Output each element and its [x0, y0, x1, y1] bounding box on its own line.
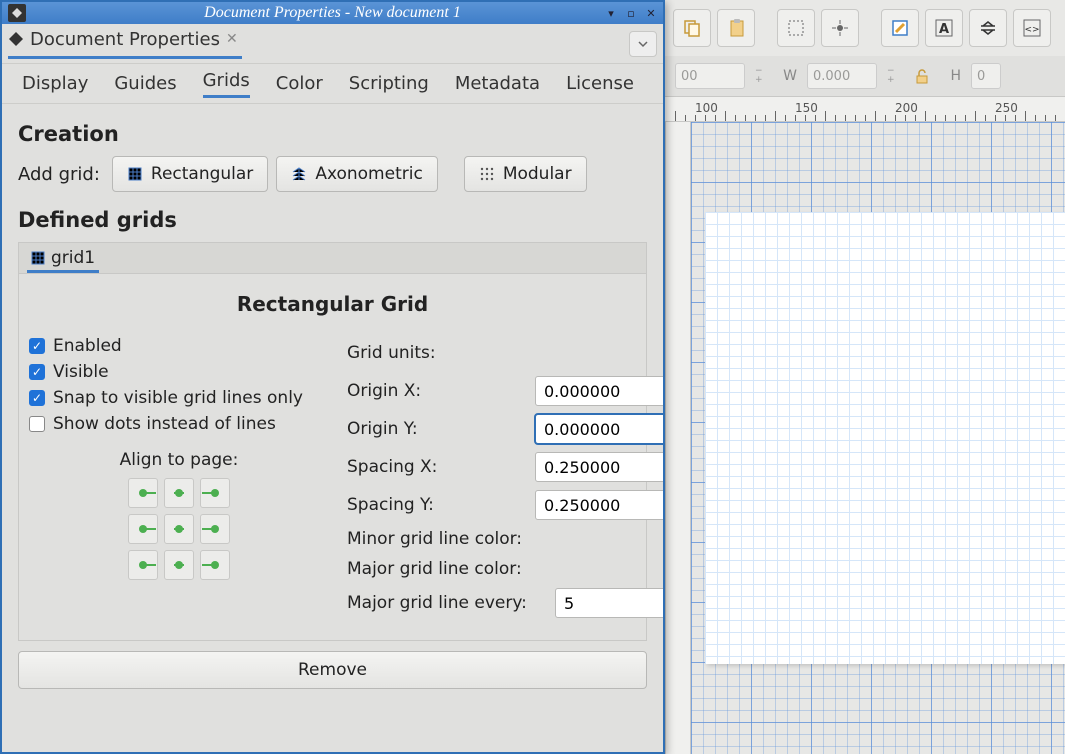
major-color-label: Major grid line color: — [347, 559, 527, 579]
spacing-y-label: Spacing Y: — [347, 495, 527, 515]
grid-instance-tab[interactable]: grid1 — [27, 246, 99, 273]
grid-settings-panel: Rectangular Grid Enabled Visible Snap to… — [18, 274, 647, 641]
spacing-x-label: Spacing X: — [347, 457, 527, 477]
ruler-label: 150 — [795, 101, 818, 115]
enabled-label: Enabled — [53, 336, 122, 356]
align-mid-left[interactable] — [128, 514, 158, 544]
grid-instance-tabbar: grid1 — [18, 242, 647, 274]
unlock-icon[interactable] — [911, 65, 933, 87]
snap-label: Snap to visible grid lines only — [53, 388, 303, 408]
ruler-horizontal[interactable]: 100 150 200 250 — [665, 96, 1065, 122]
remove-button[interactable]: Remove — [18, 651, 647, 689]
spacing-x-input[interactable] — [535, 452, 663, 482]
tab-bar: Display Guides Grids Color Scripting Met… — [2, 64, 663, 104]
main-toolbar: A <> — [665, 0, 1065, 56]
align-grid — [29, 478, 329, 580]
visible-checkbox[interactable] — [29, 364, 45, 380]
tab-license[interactable]: License — [566, 73, 634, 94]
maximize-icon[interactable]: ▫ — [623, 6, 639, 20]
stepper-icon[interactable]: −+ — [887, 63, 901, 89]
align-heading: Align to page: — [29, 450, 329, 470]
grid-type-heading: Rectangular Grid — [29, 292, 636, 316]
origin-y-input[interactable] — [535, 414, 663, 444]
collapse-button[interactable] — [629, 31, 657, 57]
dim-w-field[interactable]: 0.000 — [807, 63, 877, 89]
align-bot-center[interactable] — [164, 550, 194, 580]
doc-props-icon — [8, 31, 24, 47]
spacing-y-input[interactable] — [535, 490, 663, 520]
toolbar-button-paste[interactable] — [717, 9, 755, 47]
close-icon[interactable]: ✕ — [643, 6, 659, 20]
dots-label: Show dots instead of lines — [53, 414, 276, 434]
align-bot-right[interactable] — [200, 550, 230, 580]
add-modular-button[interactable]: Modular — [464, 156, 587, 192]
window-title: Document Properties - New document 1 — [2, 4, 663, 22]
align-top-right[interactable] — [200, 478, 230, 508]
canvas-page[interactable] — [705, 212, 1065, 664]
dialog-title: Document Properties — [30, 29, 220, 50]
titlebar[interactable]: Document Properties - New document 1 ▾ ▫… — [2, 2, 663, 24]
toolbar-button-snap-bounds[interactable] — [777, 9, 815, 47]
toolbar-button-copy[interactable] — [673, 9, 711, 47]
snap-checkbox[interactable] — [29, 390, 45, 406]
dim-field-extra[interactable]: 00 — [675, 63, 745, 89]
creation-heading: Creation — [18, 122, 647, 146]
align-top-left[interactable] — [128, 478, 158, 508]
grid-modular-icon — [479, 166, 495, 182]
toolbar-button-xml[interactable]: <> — [1013, 9, 1051, 47]
toolbar-button-snap-nodes[interactable] — [821, 9, 859, 47]
toolbar-button-edit[interactable] — [881, 9, 919, 47]
tab-color[interactable]: Color — [276, 73, 323, 94]
dim-w-label: W — [779, 68, 797, 84]
add-grid-label: Add grid: — [18, 164, 100, 185]
align-top-center[interactable] — [164, 478, 194, 508]
stepper-icon[interactable]: −+ — [755, 63, 769, 89]
align-mid-center[interactable] — [164, 514, 194, 544]
tab-scripting[interactable]: Scripting — [349, 73, 429, 94]
origin-x-label: Origin X: — [347, 381, 527, 401]
toolbar-button-text[interactable]: A — [925, 9, 963, 47]
origin-y-label: Origin Y: — [347, 419, 527, 439]
ruler-vertical[interactable] — [665, 122, 691, 754]
units-label: Grid units: — [347, 343, 527, 363]
grid-axo-icon — [291, 166, 307, 182]
ruler-label: 100 — [695, 101, 718, 115]
visible-label: Visible — [53, 362, 109, 382]
tab-grids[interactable]: Grids — [203, 70, 250, 98]
tab-display[interactable]: Display — [22, 73, 88, 94]
dots-checkbox[interactable] — [29, 416, 45, 432]
defined-grids-heading: Defined grids — [18, 208, 647, 232]
ruler-label: 200 — [895, 101, 918, 115]
dim-h-label: H — [943, 68, 961, 84]
add-rectangular-button[interactable]: Rectangular — [112, 156, 268, 192]
grid-rect-icon — [127, 166, 143, 182]
canvas-area — [665, 122, 1065, 754]
major-every-input[interactable] — [555, 588, 663, 618]
align-bot-left[interactable] — [128, 550, 158, 580]
ruler-label: 250 — [995, 101, 1018, 115]
align-mid-right[interactable] — [200, 514, 230, 544]
tab-metadata[interactable]: Metadata — [455, 73, 540, 94]
grid-small-icon — [31, 251, 45, 265]
svg-text:<>: <> — [1024, 25, 1039, 35]
minor-color-label: Minor grid line color: — [347, 529, 527, 549]
svg-text:A: A — [939, 22, 949, 37]
dimensions-row: 00 −+ W 0.000 −+ H 0 — [665, 56, 1065, 96]
dim-h-field[interactable]: 0 — [971, 63, 1001, 89]
toolbar-button-layers[interactable] — [969, 9, 1007, 47]
dialog-header: Document Properties ✕ — [2, 24, 663, 64]
tab-guides[interactable]: Guides — [114, 73, 176, 94]
close-tab-icon[interactable]: ✕ — [226, 31, 238, 47]
minimize-icon[interactable]: ▾ — [603, 6, 619, 20]
add-axonometric-button[interactable]: Axonometric — [276, 156, 438, 192]
enabled-checkbox[interactable] — [29, 338, 45, 354]
document-properties-dialog: Document Properties - New document 1 ▾ ▫… — [0, 0, 665, 754]
origin-x-input[interactable] — [535, 376, 663, 406]
dialog-body: Creation Add grid: Rectangular Axonometr… — [2, 104, 663, 752]
major-every-label: Major grid line every: — [347, 593, 547, 613]
